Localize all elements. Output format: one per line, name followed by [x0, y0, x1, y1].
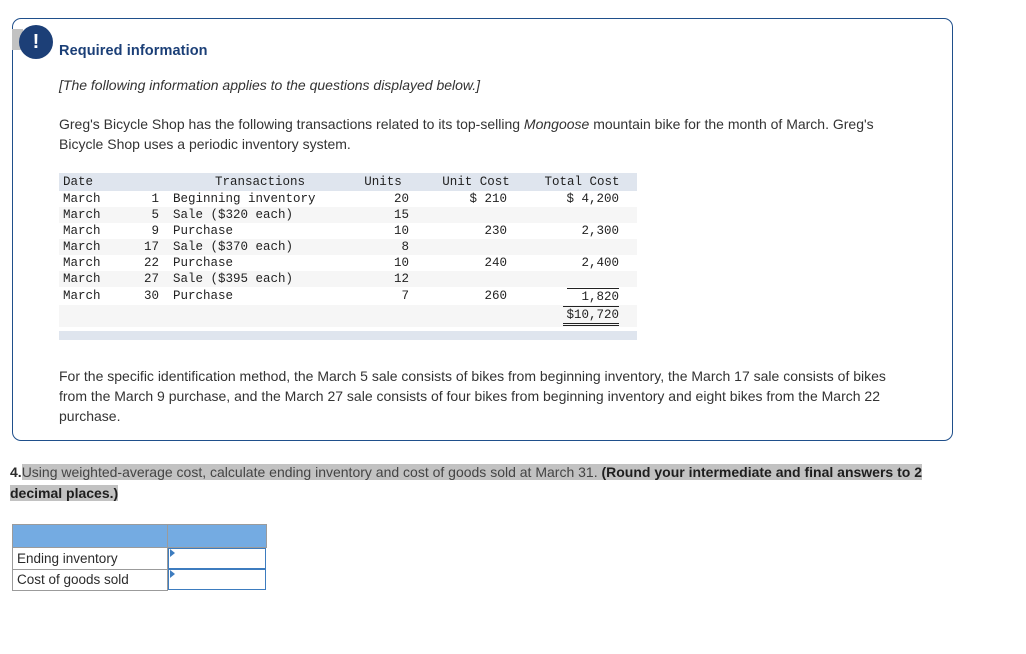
- cell-transaction: Sale ($320 each): [169, 206, 351, 223]
- cell-month: March: [59, 286, 129, 305]
- cell-unit-cost: 260: [427, 286, 531, 305]
- cell-day: 5: [129, 206, 169, 223]
- cell-units: 10: [351, 222, 427, 239]
- question-text: Using weighted-average cost, calculate e…: [10, 464, 922, 502]
- cell-month: March: [59, 238, 129, 255]
- cell-units: 20: [351, 190, 427, 207]
- cell-empty: [351, 304, 427, 327]
- answer-header-cell-label: [12, 524, 168, 548]
- table-row: March 30 Purchase 7 260 1,820: [59, 286, 637, 305]
- transactions-table-wrapper: Date Transactions Units Unit Cost Total …: [59, 172, 637, 340]
- cell-unit-cost: [427, 270, 531, 287]
- scenario-description: Greg's Bicycle Shop has the following tr…: [59, 115, 902, 155]
- cost-of-goods-sold-input-cell[interactable]: [167, 569, 266, 590]
- cell-units: 10: [351, 254, 427, 271]
- cell-month: March: [59, 206, 129, 223]
- table-row: Cost of goods sold: [12, 568, 266, 591]
- cell-grand-total: $10,720: [531, 304, 637, 327]
- answer-table: Ending inventory Cost of goods sold: [12, 524, 267, 591]
- cell-transaction: Purchase: [169, 286, 351, 305]
- answer-table-body: Ending inventory Cost of goods sold: [12, 524, 267, 591]
- cell-month: March: [59, 270, 129, 287]
- cell-unit-cost: [427, 206, 531, 223]
- applies-to-note: [The following information applies to th…: [59, 77, 481, 93]
- column-header-day: [129, 172, 169, 191]
- required-information-panel: Required information [The following info…: [12, 18, 953, 441]
- row-label-cost-of-goods-sold: Cost of goods sold: [12, 568, 168, 591]
- cell-marker-icon: [170, 570, 175, 578]
- cell-day: 1: [129, 190, 169, 207]
- column-header-unit-cost: Unit Cost: [427, 172, 531, 191]
- cell-unit-cost: 230: [427, 222, 531, 239]
- cell-day: 30: [129, 286, 169, 305]
- exclamation-icon: !: [19, 25, 53, 59]
- row-label-ending-inventory: Ending inventory: [12, 547, 168, 570]
- cell-empty: [59, 304, 129, 327]
- column-header-total-cost: Total Cost: [531, 172, 637, 191]
- ending-inventory-input-cell[interactable]: [167, 547, 266, 569]
- answer-header-cell-value: [167, 524, 267, 548]
- cell-total-cost: 1,820: [531, 286, 637, 305]
- cell-units: 8: [351, 238, 427, 255]
- transactions-table: Date Transactions Units Unit Cost Total …: [59, 172, 637, 327]
- question-text-plain: Using weighted-average cost, calculate e…: [21, 464, 602, 480]
- cell-empty: [169, 304, 351, 327]
- table-total-row: $10,720: [59, 304, 637, 327]
- cell-total-cost: 2,400: [531, 254, 637, 271]
- cell-month: March: [59, 190, 129, 207]
- cell-transaction: Beginning inventory: [169, 190, 351, 207]
- table-row: March 27 Sale ($395 each) 12: [59, 270, 637, 287]
- cell-day: 22: [129, 254, 169, 271]
- cell-unit-cost: $ 210: [427, 190, 531, 207]
- cell-units: 15: [351, 206, 427, 223]
- cell-units: 7: [351, 286, 427, 305]
- cell-day: 27: [129, 270, 169, 287]
- cell-total-cost: [531, 270, 637, 287]
- cost-of-goods-sold-input[interactable]: [168, 569, 266, 590]
- cell-transaction: Purchase: [169, 254, 351, 271]
- cell-total-cost: [531, 206, 637, 223]
- ending-inventory-input[interactable]: [168, 548, 266, 569]
- column-header-units: Units: [351, 172, 427, 191]
- cell-transaction: Purchase: [169, 222, 351, 239]
- transactions-table-footer-bar: [59, 330, 637, 340]
- underlined-subtotal: 1,820: [567, 287, 619, 304]
- cell-empty: [427, 304, 531, 327]
- transactions-table-body: March 1 Beginning inventory 20 $ 210 $ 4,200 M…: [59, 190, 637, 327]
- cell-transaction: Sale ($395 each): [169, 270, 351, 287]
- page-title: Required information: [59, 43, 208, 59]
- cell-day: 9: [129, 222, 169, 239]
- table-row: March 9 Purchase 10 230 2,300: [59, 222, 637, 239]
- cell-marker-icon: [170, 549, 175, 557]
- table-header-row: Date Transactions Units Unit Cost Total …: [59, 172, 637, 191]
- cell-month: March: [59, 222, 129, 239]
- column-header-date: Date: [59, 172, 129, 191]
- table-row: March 22 Purchase 10 240 2,400: [59, 254, 637, 271]
- cell-unit-cost: 240: [427, 254, 531, 271]
- specific-identification-paragraph: For the specific identification method, …: [59, 367, 886, 424]
- table-row: March 5 Sale ($320 each) 15: [59, 206, 637, 223]
- transactions-table-head: Date Transactions Units Unit Cost Total …: [59, 172, 637, 191]
- cell-day: 17: [129, 238, 169, 255]
- column-header-transactions: Transactions: [169, 172, 351, 191]
- question-block: 4.Using weighted-average cost, calculate…: [10, 462, 970, 505]
- cell-units: 12: [351, 270, 427, 287]
- cell-transaction: Sale ($370 each): [169, 238, 351, 255]
- table-row: Ending inventory: [12, 547, 266, 570]
- cell-total-cost: 2,300: [531, 222, 637, 239]
- cell-empty: [129, 304, 169, 327]
- cell-unit-cost: [427, 238, 531, 255]
- product-name: Mongoose: [523, 116, 590, 132]
- cell-total-cost: [531, 238, 637, 255]
- question-number: 4.: [10, 464, 22, 480]
- table-row: March 17 Sale ($370 each) 8: [59, 238, 637, 255]
- cell-total-cost: $ 4,200: [531, 190, 637, 207]
- grand-total-value: $10,720: [563, 305, 619, 326]
- table-row: March 1 Beginning inventory 20 $ 210 $ 4,200: [59, 190, 637, 207]
- scenario-text-part1: Greg's Bicycle Shop has the following tr…: [59, 116, 524, 132]
- answer-table-header-row: [12, 524, 267, 548]
- cell-month: March: [59, 254, 129, 271]
- required-information-content: Required information [The following info…: [59, 43, 922, 426]
